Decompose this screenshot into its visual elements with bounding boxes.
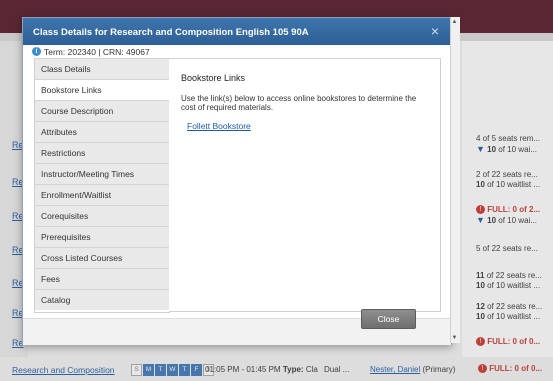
- tab-corequisites[interactable]: Corequisites: [35, 205, 170, 226]
- term-info: i Term: 202340 | CRN: 49067: [32, 46, 150, 58]
- tab-prerequisites[interactable]: Prerequisites: [35, 226, 170, 247]
- close-icon[interactable]: ×: [431, 24, 439, 38]
- bookstore-links-panel: Bookstore Links Use the link(s) below to…: [169, 58, 441, 312]
- panel-description: Use the link(s) below to access online b…: [181, 94, 417, 112]
- tab-bookstore-links[interactable]: Bookstore Links: [35, 79, 170, 100]
- class-details-dialog: Class Details for Research and Compositi…: [22, 17, 452, 345]
- info-icon: i: [32, 47, 41, 57]
- tab-instructor-meeting-times[interactable]: Instructor/Meeting Times: [35, 163, 170, 184]
- tab-enrollment-waitlist[interactable]: Enrollment/Waitlist: [35, 184, 170, 205]
- term-crn-text: Term: 202340 | CRN: 49067: [44, 46, 150, 57]
- scroll-up-icon[interactable]: ▲: [450, 17, 459, 27]
- scrollbar[interactable]: [450, 17, 460, 343]
- close-button[interactable]: Close: [361, 309, 416, 329]
- tab-fees[interactable]: Fees: [35, 268, 170, 289]
- scroll-down-icon[interactable]: ▼: [450, 333, 459, 343]
- tab-restrictions[interactable]: Restrictions: [35, 142, 170, 163]
- tab-cross-listed-courses[interactable]: Cross Listed Courses: [35, 247, 170, 268]
- dialog-title-bar: Class Details for Research and Compositi…: [23, 18, 451, 45]
- tab-class-details[interactable]: Class Details: [35, 58, 170, 79]
- tab-course-description[interactable]: Course Description: [35, 100, 170, 121]
- tab-attributes[interactable]: Attributes: [35, 121, 170, 142]
- dialog-title: Class Details for Research and Compositi…: [33, 27, 309, 38]
- follett-bookstore-link[interactable]: Follett Bookstore: [187, 121, 251, 131]
- details-tab-list: Class Details Bookstore Links Course Des…: [34, 58, 170, 313]
- panel-title: Bookstore Links: [181, 73, 246, 83]
- tab-catalog[interactable]: Catalog: [35, 289, 170, 310]
